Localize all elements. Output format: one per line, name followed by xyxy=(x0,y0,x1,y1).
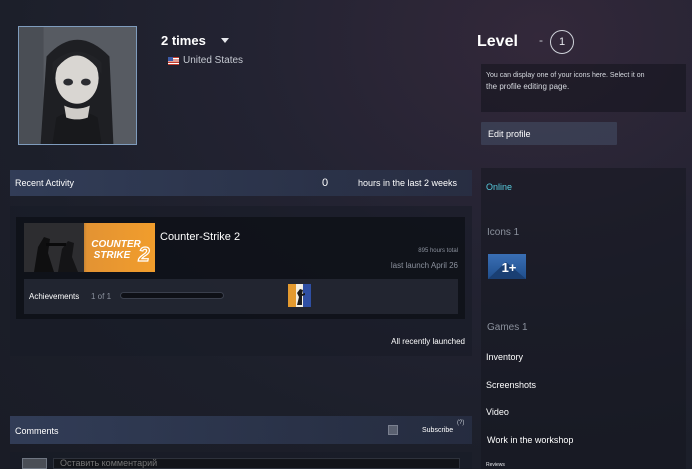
profile-sidebar xyxy=(481,168,686,469)
badge-text: 1+ xyxy=(502,260,517,275)
achievement-icon[interactable] xyxy=(288,284,311,307)
cs-achievement-icon xyxy=(288,284,311,307)
chevron-down-icon[interactable] xyxy=(221,38,229,43)
badge-icon[interactable]: 1+ xyxy=(488,254,526,279)
icons-count-link[interactable]: Icons 1 xyxy=(487,227,519,238)
achievements-progress-bar xyxy=(120,292,224,299)
comments-header xyxy=(10,416,472,444)
game-capsule-image[interactable]: COUNTER STRIKE 2 xyxy=(24,223,155,272)
level-badge[interactable]: 1 xyxy=(550,30,574,54)
location-text: United States xyxy=(183,55,244,66)
location: United States xyxy=(168,55,243,66)
recent-hours-value: 0 xyxy=(322,177,329,189)
achievements-count: 1 of 1 xyxy=(91,292,112,301)
commenter-avatar xyxy=(22,458,47,469)
reviews-link[interactable]: Reviews xyxy=(486,462,505,468)
icon-info-line-1: You can display one of your icons here. … xyxy=(486,72,645,79)
game-last-launch: last launch April 26 xyxy=(390,261,458,270)
profile-avatar[interactable] xyxy=(18,26,137,145)
games-count-link[interactable]: Games 1 xyxy=(487,322,528,333)
online-status: Online xyxy=(486,182,513,192)
screenshots-link[interactable]: Screenshots xyxy=(486,380,536,390)
level-label: Level xyxy=(477,33,518,50)
level-separator: - xyxy=(539,33,543,47)
recent-activity-header: Recent Activity 0 hours in the last 2 we… xyxy=(10,170,472,196)
inventory-link[interactable]: Inventory xyxy=(486,352,523,362)
icon-info-line-2: the profile editing page. xyxy=(486,82,570,92)
years-badge-art: 1+ xyxy=(488,260,526,279)
workshop-link[interactable]: Work in the workshop xyxy=(487,435,573,445)
video-link[interactable]: Video xyxy=(486,407,509,417)
achievements-label[interactable]: Achievements xyxy=(29,292,79,301)
cs2-capsule-art: COUNTER STRIKE 2 xyxy=(24,223,150,272)
svg-text:2: 2 xyxy=(137,244,149,266)
us-flag-icon xyxy=(168,56,179,65)
persona-name: 2 times xyxy=(161,33,206,48)
comments-title: Comments xyxy=(15,426,59,436)
edit-profile-button[interactable]: Edit profile xyxy=(481,122,617,145)
game-name[interactable]: Counter-Strike 2 xyxy=(160,231,240,243)
help-icon[interactable]: (?) xyxy=(457,420,464,426)
subscribe-label[interactable]: Subscribe xyxy=(422,427,453,434)
avatar-image xyxy=(19,27,136,144)
icon-info-box: You can display one of your icons here. … xyxy=(481,64,686,112)
game-hours-total: 895 hours total xyxy=(418,248,458,254)
recent-hours-label: hours in the last 2 weeks xyxy=(358,178,458,188)
all-recently-launched-link[interactable]: All recently launched xyxy=(330,337,465,346)
comment-input[interactable] xyxy=(53,458,460,469)
capsule-text-2: STRIKE xyxy=(94,250,131,261)
subscribe-checkbox[interactable] xyxy=(388,425,398,435)
achievements-row xyxy=(24,279,458,314)
recent-activity-title: Recent Activity xyxy=(15,178,75,188)
capsule-text-1: COUNTER xyxy=(91,239,141,250)
